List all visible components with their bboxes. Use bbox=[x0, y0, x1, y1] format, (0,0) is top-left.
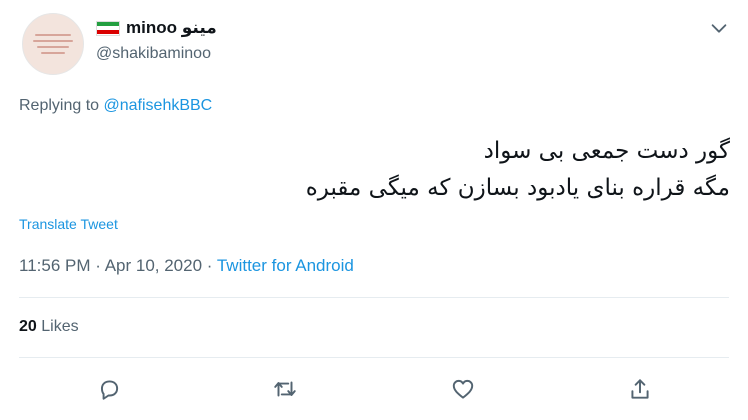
reply-icon[interactable] bbox=[96, 376, 122, 402]
likes-label: Likes bbox=[36, 318, 79, 335]
tweet-meta: 11:56 PM · Apr 10, 2020 · Twitter for An… bbox=[19, 256, 354, 276]
share-icon[interactable] bbox=[627, 376, 653, 402]
divider bbox=[19, 357, 729, 358]
tweet-source[interactable]: Twitter for Android bbox=[217, 256, 354, 275]
replying-to-prefix: Replying to bbox=[19, 97, 104, 114]
replying-to: Replying to @nafisehkBBC bbox=[19, 97, 212, 115]
like-icon[interactable] bbox=[450, 376, 476, 402]
likes-count: 20 bbox=[19, 318, 37, 335]
iran-flag-icon bbox=[96, 20, 120, 36]
meta-separator: · bbox=[90, 256, 105, 275]
tweet-text: گور دست جمعی بی سواد مگه قراره بنای یادب… bbox=[30, 133, 730, 207]
user-handle[interactable]: @shakibaminoo bbox=[96, 45, 211, 63]
display-name[interactable]: minoo مینو bbox=[126, 18, 217, 38]
likes-stat[interactable]: 20 Likes bbox=[19, 318, 79, 336]
translate-tweet-link[interactable]: Translate Tweet bbox=[19, 216, 118, 232]
tweet-line: گور دست جمعی بی سواد bbox=[483, 138, 730, 164]
avatar[interactable] bbox=[22, 13, 84, 75]
author-name-row[interactable]: minoo مینو bbox=[96, 17, 217, 39]
retweet-icon[interactable] bbox=[272, 376, 298, 402]
tweet-line: مگه قراره بنای یادبود بسازن که میگی مقبر… bbox=[305, 175, 730, 201]
divider bbox=[19, 297, 729, 298]
tweet-time[interactable]: 11:56 PM bbox=[19, 256, 91, 275]
tweet-date[interactable]: Apr 10, 2020 bbox=[105, 256, 202, 275]
meta-separator: · bbox=[202, 256, 217, 275]
chevron-down-icon[interactable] bbox=[708, 17, 730, 39]
replying-to-link[interactable]: @nafisehkBBC bbox=[104, 97, 213, 114]
